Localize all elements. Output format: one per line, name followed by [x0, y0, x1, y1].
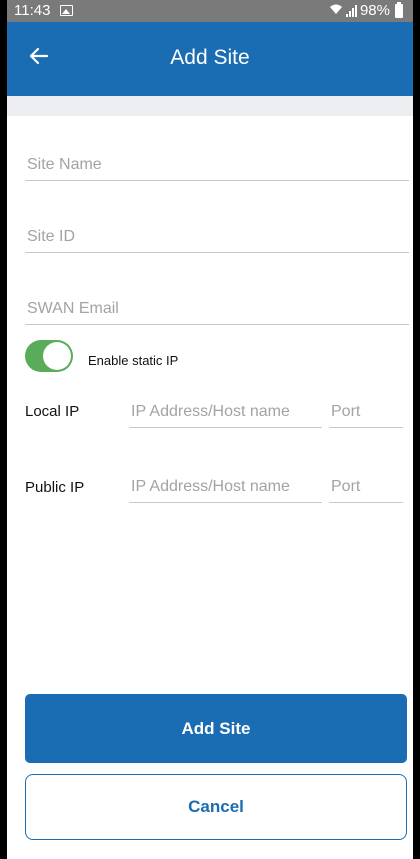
public-ip-host-field — [129, 472, 322, 503]
local-ip-port-input[interactable] — [329, 397, 403, 427]
local-ip-label: Local IP — [25, 403, 80, 420]
screen: 11:43 98% Add Site Site Name Site ID SWA… — [7, 0, 413, 859]
static-ip-toggle[interactable] — [25, 340, 73, 372]
app-bar: Add Site — [7, 22, 413, 96]
local-ip-port-field — [329, 397, 403, 428]
battery-percent: 98% — [359, 2, 390, 19]
public-ip-label: Public IP — [25, 479, 85, 496]
status-time: 11:43 — [14, 2, 51, 19]
signal-icon — [345, 4, 357, 17]
site-name-field — [25, 150, 409, 181]
static-ip-label: Enable static IP — [88, 353, 179, 368]
status-indicators: 98% — [329, 1, 403, 19]
page-title: Add Site — [170, 46, 250, 69]
public-ip-port-field — [329, 472, 403, 503]
site-name-input[interactable] — [25, 150, 409, 180]
public-ip-host-input[interactable] — [129, 472, 322, 502]
status-bar: 11:43 98% — [7, 0, 413, 22]
gallery-icon — [60, 5, 73, 16]
public-ip-port-input[interactable] — [329, 472, 403, 502]
wifi-icon — [329, 3, 343, 18]
swan-email-field — [25, 294, 409, 325]
add-site-button[interactable]: Add Site — [25, 694, 407, 763]
site-id-field — [25, 222, 409, 253]
cancel-button[interactable]: Cancel — [25, 774, 407, 840]
header-divider — [7, 96, 413, 116]
local-ip-host-field — [129, 397, 322, 428]
toggle-knob — [43, 342, 71, 370]
local-ip-host-input[interactable] — [129, 397, 322, 427]
swan-email-input[interactable] — [25, 294, 409, 324]
site-id-input[interactable] — [25, 222, 409, 252]
battery-icon — [395, 1, 403, 18]
